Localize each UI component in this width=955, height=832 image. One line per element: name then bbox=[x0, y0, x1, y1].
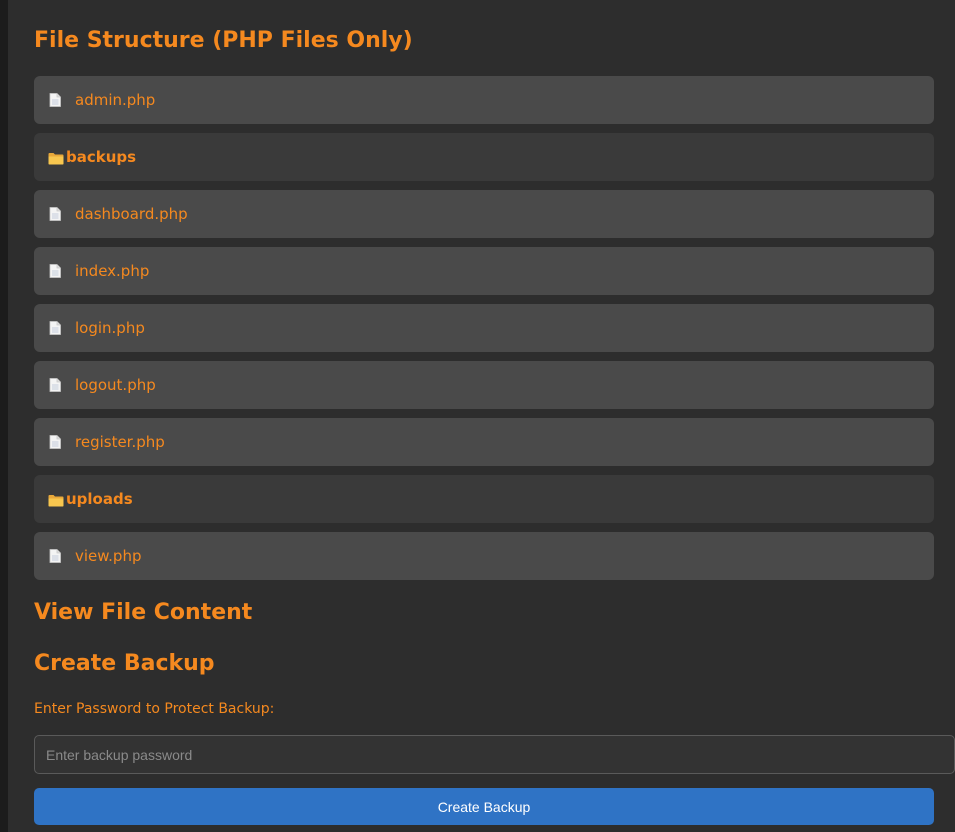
file-item[interactable]: register.php bbox=[34, 418, 934, 466]
file-name[interactable]: dashboard.php bbox=[75, 205, 188, 223]
backup-password-label: Enter Password to Protect Backup: bbox=[34, 701, 275, 717]
file-structure-title: File Structure (PHP Files Only) bbox=[34, 28, 413, 53]
file-icon bbox=[49, 321, 61, 335]
file-icon bbox=[49, 93, 61, 107]
create-backup-title: Create Backup bbox=[34, 651, 215, 676]
folder-item: uploads bbox=[34, 475, 934, 523]
file-item[interactable]: view.php bbox=[34, 532, 934, 580]
file-name[interactable]: index.php bbox=[75, 262, 149, 280]
file-icon bbox=[49, 264, 61, 278]
file-name[interactable]: login.php bbox=[75, 319, 145, 337]
file-item[interactable]: login.php bbox=[34, 304, 934, 352]
file-name[interactable]: logout.php bbox=[75, 376, 156, 394]
folder-item: backups bbox=[34, 133, 934, 181]
create-backup-button[interactable]: Create Backup bbox=[34, 788, 934, 825]
folder-name: backups bbox=[66, 148, 137, 166]
folder-icon bbox=[48, 493, 64, 506]
left-edge-bar bbox=[0, 0, 8, 832]
file-name[interactable]: admin.php bbox=[75, 91, 155, 109]
file-icon bbox=[49, 549, 61, 563]
view-file-content-title: View File Content bbox=[34, 600, 253, 625]
file-list: admin.php backups dashboard.php index.php lo… bbox=[34, 76, 934, 589]
file-name[interactable]: view.php bbox=[75, 547, 141, 565]
file-item[interactable]: dashboard.php bbox=[34, 190, 934, 238]
file-icon bbox=[49, 378, 61, 392]
file-item[interactable]: admin.php bbox=[34, 76, 934, 124]
file-item[interactable]: logout.php bbox=[34, 361, 934, 409]
main-panel: File Structure (PHP Files Only) admin.ph… bbox=[8, 0, 955, 832]
file-item[interactable]: index.php bbox=[34, 247, 934, 295]
backup-password-input[interactable] bbox=[34, 735, 955, 774]
file-icon bbox=[49, 435, 61, 449]
folder-icon bbox=[48, 151, 64, 164]
file-icon bbox=[49, 207, 61, 221]
file-name[interactable]: register.php bbox=[75, 433, 165, 451]
folder-name: uploads bbox=[66, 490, 133, 508]
